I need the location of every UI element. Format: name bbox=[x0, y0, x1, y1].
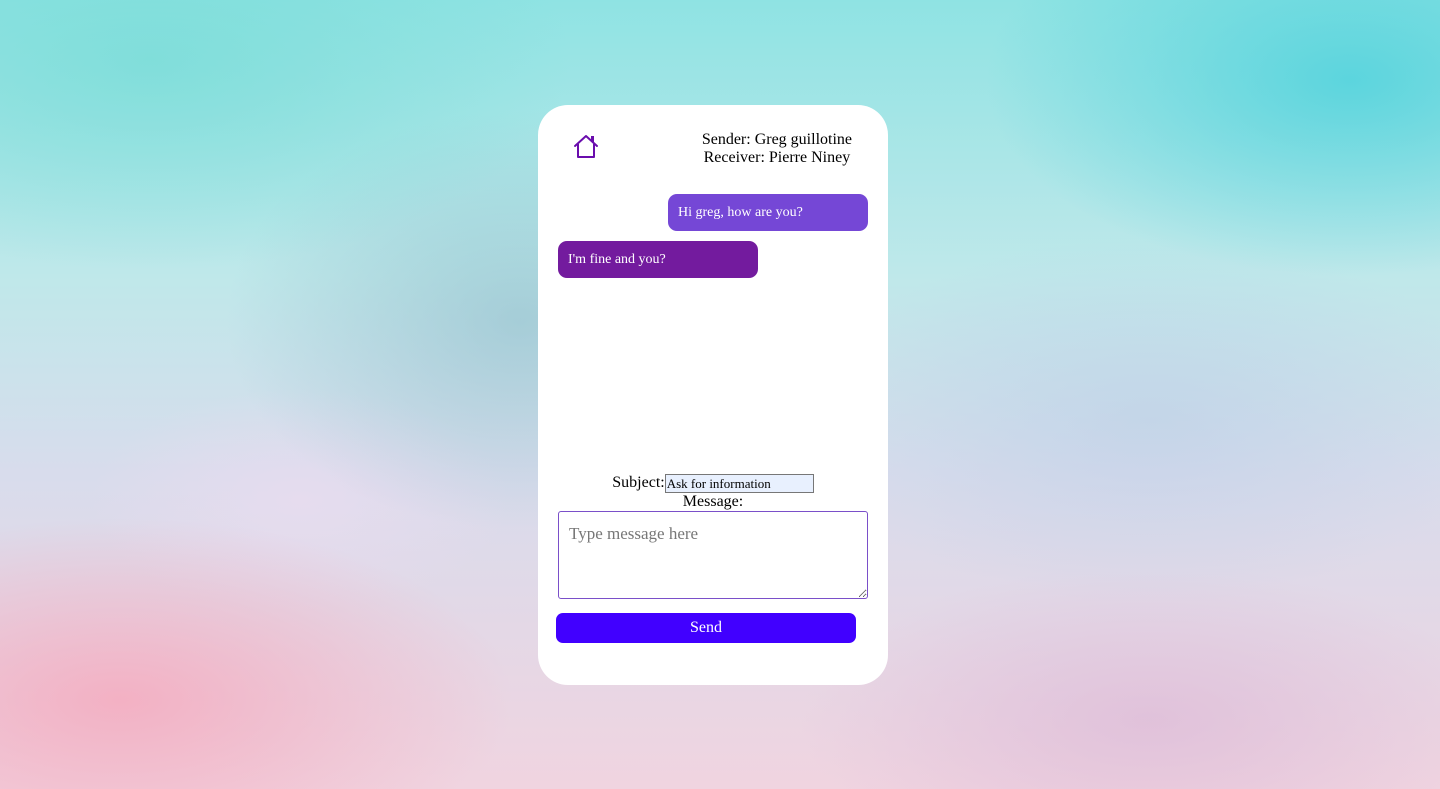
message-bubble-received: I'm fine and you? bbox=[558, 241, 758, 278]
sender-label: Sender: Greg guillotine bbox=[701, 131, 852, 148]
chat-card: Sender: Greg guillotine Receiver: Pierre… bbox=[538, 105, 888, 685]
conversation-info: Sender: Greg guillotine Receiver: Pierre… bbox=[702, 131, 852, 167]
subject-input[interactable] bbox=[664, 474, 814, 493]
subject-label: Subject: bbox=[612, 474, 665, 492]
receiver-label: Receiver: Pierre Niney bbox=[703, 149, 851, 166]
subject-row: Subject: bbox=[538, 474, 888, 493]
message-textarea[interactable] bbox=[558, 511, 868, 599]
message-bubble-sent: Hi greg, how are you? bbox=[668, 194, 868, 231]
message-label: Message: bbox=[682, 493, 744, 510]
send-button[interactable]: Send bbox=[556, 613, 856, 643]
home-icon[interactable] bbox=[572, 133, 600, 161]
